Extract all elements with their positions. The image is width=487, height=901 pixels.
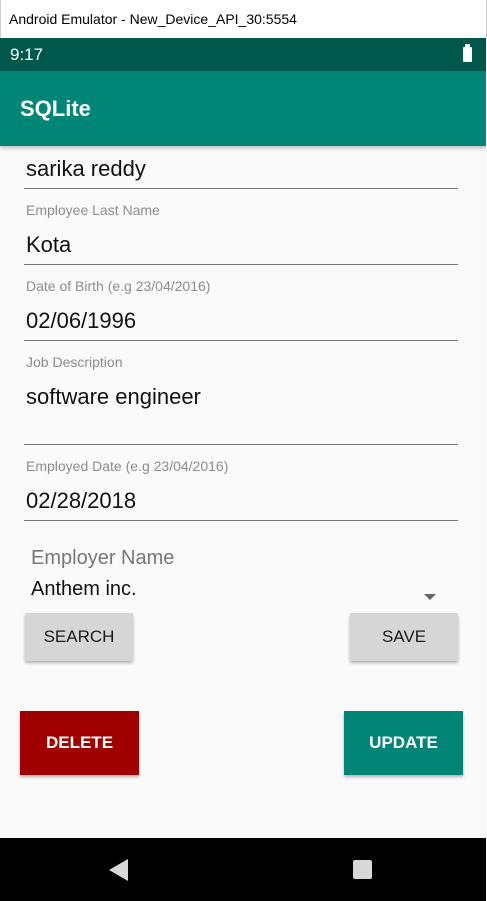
employee-form: sarika reddy Employee Last Name Kota Dat… [0, 146, 486, 838]
first-name-underline [24, 188, 458, 189]
delete-button[interactable]: DELETE [20, 711, 139, 775]
employed-date-input[interactable]: 02/28/2018 [26, 488, 136, 514]
save-button[interactable]: SAVE [350, 613, 458, 661]
employer-spinner[interactable]: Anthem inc. [31, 578, 137, 601]
job-description-input[interactable]: software engineer [26, 384, 201, 410]
employed-date-underline [24, 520, 458, 521]
battery-icon [463, 44, 472, 62]
last-name-hint: Employee Last Name [26, 202, 160, 218]
last-name-underline [24, 264, 458, 265]
search-button[interactable]: SEARCH [25, 613, 133, 661]
app-bar: SQLite [0, 71, 486, 146]
dob-input[interactable]: 02/06/1996 [26, 308, 136, 334]
emulator-window-title: Android Emulator - New_Device_API_30:555… [0, 0, 487, 38]
employer-name-label: Employer Name [31, 547, 175, 569]
update-button[interactable]: UPDATE [344, 711, 463, 775]
chevron-down-icon[interactable] [424, 594, 436, 600]
status-time: 9:17 [10, 45, 44, 64]
job-description-underline [24, 444, 458, 445]
dob-underline [24, 340, 458, 341]
status-bar: 9:17 [0, 38, 486, 71]
back-icon[interactable] [109, 859, 128, 881]
employed-date-hint: Employed Date (e.g 23/04/2016) [26, 458, 229, 474]
last-name-input[interactable]: Kota [26, 232, 71, 258]
device-screen: 9:17 SQLite sarika reddy Employee Last N… [0, 38, 486, 901]
recents-icon[interactable] [353, 860, 372, 879]
dob-hint: Date of Birth (e.g 23/04/2016) [26, 278, 211, 294]
navigation-bar [0, 838, 486, 901]
first-name-input[interactable]: sarika reddy [26, 156, 146, 182]
job-description-hint: Job Description [26, 354, 123, 370]
app-title: SQLite [20, 96, 91, 121]
